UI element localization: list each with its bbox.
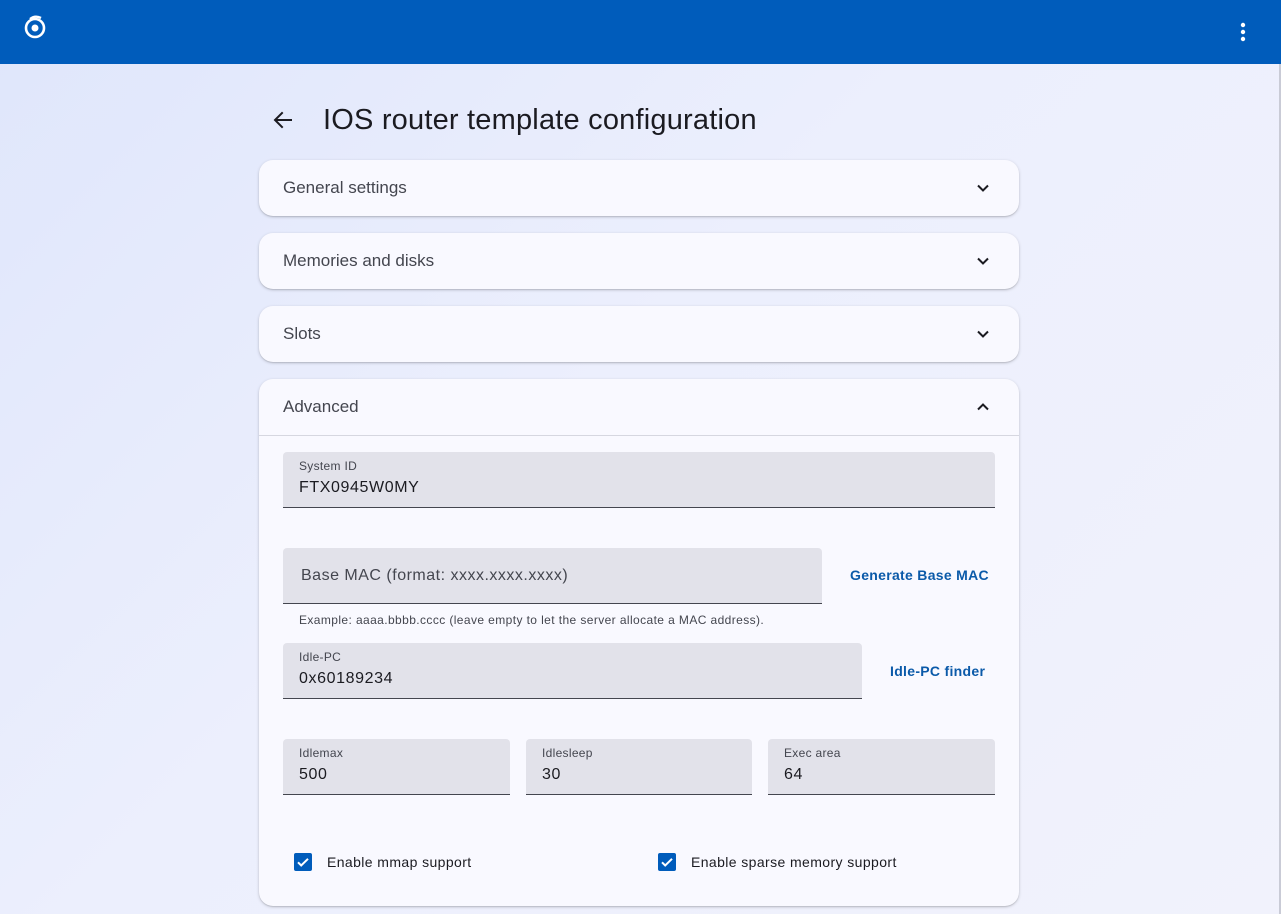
chevron-down-icon (977, 184, 989, 192)
top-app-bar (0, 0, 1281, 64)
field-label: Exec area (784, 746, 841, 760)
mmap-checkbox[interactable] (294, 853, 312, 871)
system-id-field[interactable]: System ID FTX0945W0MY (283, 452, 995, 508)
sparse-memory-checkbox-label[interactable]: Enable sparse memory support (691, 854, 897, 870)
page-title: IOS router template configuration (323, 104, 757, 136)
base-mac-hint: Example: aaaa.bbbb.cccc (leave empty to … (299, 613, 765, 627)
field-label: Idle-PC (299, 650, 342, 664)
exec-area-field[interactable]: Exec area 64 (768, 739, 995, 795)
idlesleep-field[interactable]: Idlesleep 30 (526, 739, 752, 795)
chevron-down-icon (977, 257, 989, 265)
panel-header-slots[interactable]: Slots (259, 306, 1019, 362)
field-label: Idlesleep (542, 746, 593, 760)
base-mac-field[interactable] (283, 548, 822, 604)
chevron-up-icon (977, 403, 989, 411)
panel-memories-and-disks: Memories and disks (259, 233, 1019, 289)
panel-divider (259, 435, 1019, 436)
idlemax-field[interactable]: Idlemax 500 (283, 739, 510, 795)
arrow-back-icon[interactable] (271, 108, 295, 132)
chevron-down-icon (977, 330, 989, 338)
panel-header-memories-and-disks[interactable]: Memories and disks (259, 233, 1019, 289)
panel-header-general-settings[interactable]: General settings (259, 160, 1019, 216)
field-value: 500 (299, 766, 328, 783)
check-icon (297, 858, 309, 867)
idle-pc-field[interactable]: Idle-PC 0x60189234 (283, 643, 862, 699)
base-mac-input[interactable] (299, 566, 810, 586)
more-vert-icon[interactable] (1230, 19, 1256, 45)
panel-title: General settings (283, 178, 407, 197)
panel-slots: Slots (259, 306, 1019, 362)
field-value: FTX0945W0MY (299, 479, 420, 496)
app-logo-icon[interactable] (22, 14, 48, 40)
field-value: 0x60189234 (299, 670, 394, 687)
generate-base-mac-button[interactable]: Generate Base MAC (850, 567, 989, 583)
field-label: System ID (299, 459, 358, 473)
field-value: 64 (784, 766, 803, 783)
panel-title: Slots (283, 324, 321, 343)
panel-title: Memories and disks (283, 251, 435, 270)
idle-pc-finder-button[interactable]: Idle-PC finder (890, 663, 985, 679)
field-value: 30 (542, 766, 561, 783)
sparse-memory-checkbox[interactable] (658, 853, 676, 871)
panel-general-settings: General settings (259, 160, 1019, 216)
check-icon (661, 858, 673, 867)
mmap-checkbox-label[interactable]: Enable mmap support (327, 854, 472, 870)
panel-title: Advanced (283, 397, 359, 416)
field-label: Idlemax (299, 746, 344, 760)
panel-header-advanced[interactable]: Advanced (259, 379, 1019, 435)
panel-advanced: Advanced System ID FTX0945W0MY Generate … (259, 379, 1019, 906)
